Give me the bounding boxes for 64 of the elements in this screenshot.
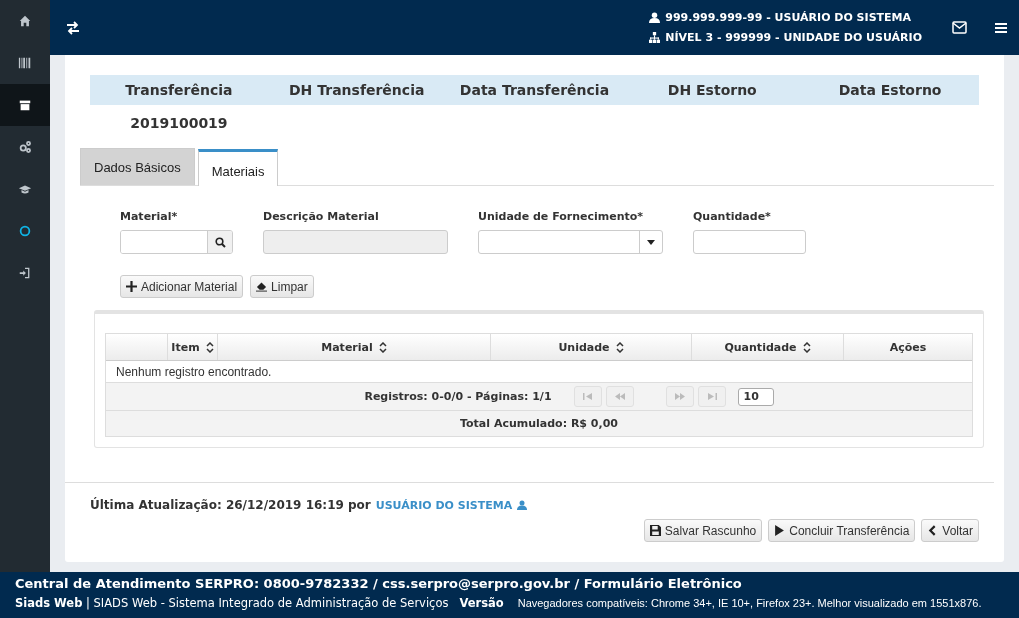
- column-header[interactable]: Ações: [889, 340, 927, 354]
- save-draft-button[interactable]: Salvar Rascunho: [643, 519, 763, 542]
- column-header: Transferência: [124, 82, 234, 98]
- system-name: SIADS Web - Sistema Integrado de Administração de Serviços: [93, 596, 449, 610]
- version-label: Versão: [459, 596, 504, 610]
- add-material-button[interactable]: Adicionar Material: [120, 275, 244, 298]
- previous-page-icon: [614, 393, 625, 400]
- eraser-icon: [256, 281, 268, 292]
- search-icon: [214, 236, 226, 248]
- column-header: Data Transferência: [458, 82, 611, 98]
- field-label: Quantidade*: [693, 210, 772, 223]
- clear-button[interactable]: Limpar: [250, 275, 314, 298]
- rows-per-page-select[interactable]: 10: [737, 387, 774, 406]
- archive-icon: [18, 98, 32, 112]
- column-header[interactable]: Quantidade: [724, 340, 797, 354]
- sort-icon[interactable]: [378, 341, 387, 353]
- unit-name: NÍVEL 3 - 999999 - UNIDADE DO USUÁRIO: [665, 31, 922, 44]
- last-update: Última Atualização: 26/12/2019 16:19 por: [90, 498, 371, 512]
- next-page-icon: [674, 393, 685, 400]
- contact-info: Central de Atendimento SERPRO: 0800-9782332 / css.serpro@serpro.gov.br / Formulário Eletrônico: [15, 576, 743, 591]
- browser-info: Navegadores compatíveis: Chrome 34+, IE 10+, Firefox 23+. Melhor visualizado em 1551x876.: [517, 597, 982, 609]
- material-search-field[interactable]: [120, 230, 233, 254]
- user-icon: [517, 500, 528, 510]
- back-button[interactable]: Voltar: [921, 519, 979, 542]
- column-header[interactable]: Unidade: [558, 340, 610, 354]
- user-link[interactable]: USUÁRIO DO SISTEMA: [375, 498, 513, 512]
- column-header: DH Estorno: [666, 82, 758, 98]
- column-header: Data Estorno: [837, 82, 943, 98]
- barcode-icon: [18, 56, 32, 70]
- menu-icon[interactable]: [995, 21, 1007, 34]
- separator: |: [86, 596, 90, 610]
- home-icon: [18, 14, 32, 28]
- circle-icon: [18, 224, 32, 238]
- last-page-icon: [706, 393, 717, 400]
- column-header[interactable]: Material: [321, 340, 373, 354]
- transfer-number: 2019100019: [129, 115, 229, 131]
- first-page-icon: [582, 393, 593, 400]
- column-header: DH Transferência: [288, 82, 426, 98]
- user-icon: [649, 12, 661, 23]
- finish-transfer-button[interactable]: Concluir Transferência: [768, 519, 916, 542]
- page-info: Registros: 0-0/0 - Páginas: 1/1: [364, 390, 552, 403]
- envelope-icon[interactable]: [952, 21, 967, 34]
- tab[interactable]: Materiais: [197, 149, 279, 186]
- search-button[interactable]: [207, 231, 232, 253]
- caret-icon: [647, 239, 655, 245]
- plus-icon: [126, 281, 137, 292]
- quantity-field[interactable]: [693, 230, 806, 254]
- play-icon: [774, 525, 786, 536]
- field-label: Descrição Material: [263, 210, 380, 223]
- field-label: Unidade de Fornecimento*: [478, 210, 645, 223]
- total-amount: Total Acumulado: R$ 0,00: [106, 411, 972, 436]
- field-label: Material*: [120, 210, 179, 223]
- hierarchy-icon: [649, 32, 661, 43]
- tab[interactable]: Dados Básicos: [80, 148, 195, 185]
- sort-icon[interactable]: [802, 341, 811, 353]
- user-name: 999.999.999-99 - USUÁRIO DO SISTEMA: [665, 11, 912, 24]
- swap-arrows-icon[interactable]: [66, 20, 80, 35]
- column-header[interactable]: Item: [171, 340, 200, 354]
- sort-icon[interactable]: [615, 341, 624, 353]
- sidebar-item[interactable]: [0, 84, 50, 126]
- sign-in-icon: [18, 266, 32, 280]
- brand-name: Siads Web: [15, 596, 83, 610]
- sort-icon[interactable]: [205, 341, 214, 353]
- gears-icon: [18, 140, 32, 154]
